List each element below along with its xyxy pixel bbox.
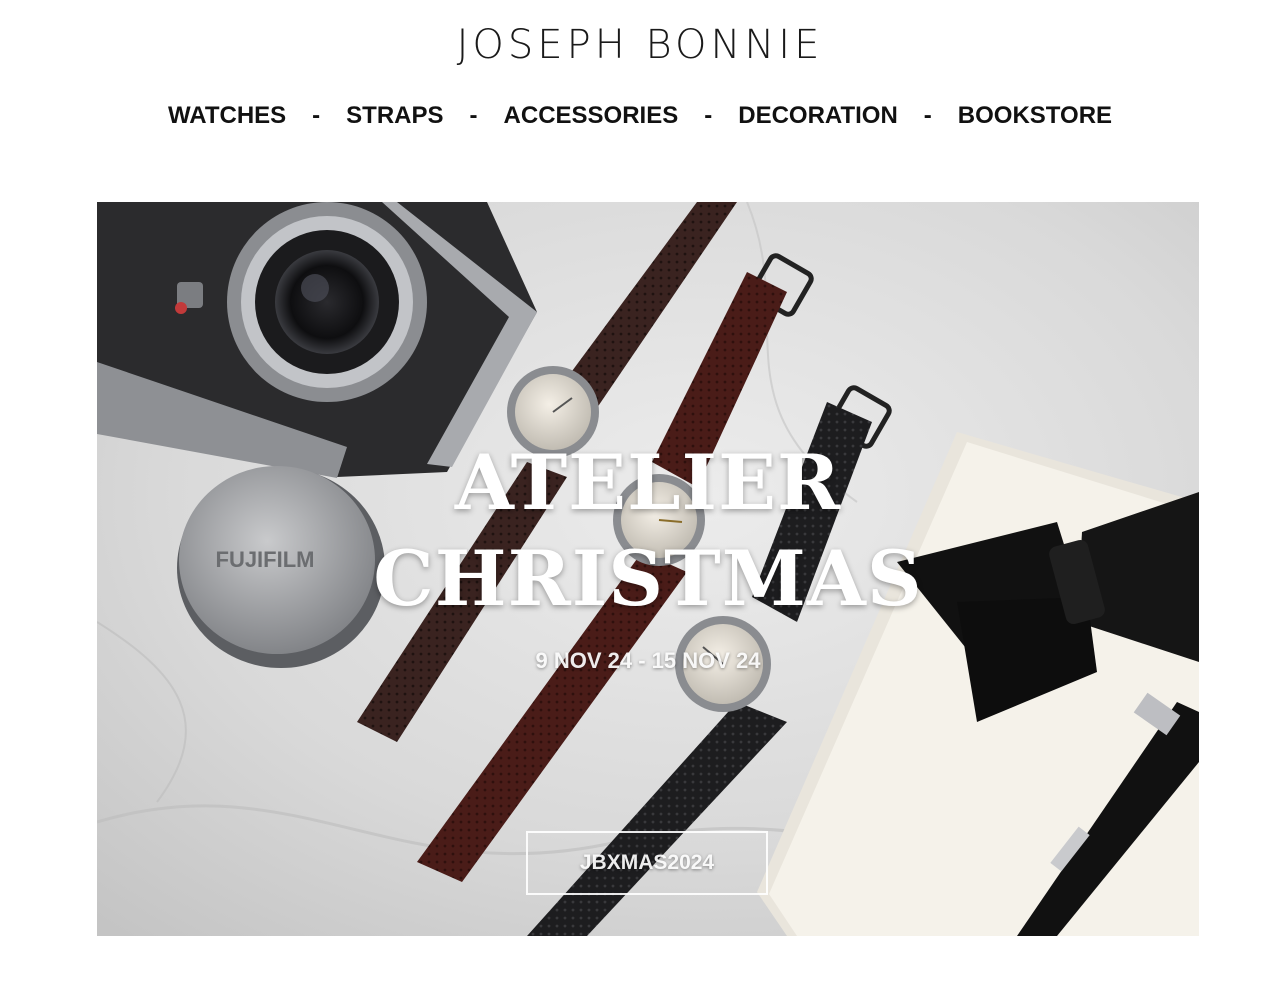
brand-logo[interactable]: JOSEPH BONNIE [0, 18, 1280, 72]
nav-separator: - [923, 102, 932, 129]
promo-code-button[interactable]: JBXMAS2024 [526, 831, 768, 895]
nav-separator: - [469, 102, 478, 129]
nav-item-straps[interactable]: STRAPS [346, 102, 443, 130]
nav-item-watches[interactable]: WATCHES [168, 102, 286, 130]
hero-dates: 9 NOV 24 - 15 NOV 24 [535, 648, 761, 673]
promo-code-label: JBXMAS2024 [579, 851, 715, 874]
hero-title-line2: CHRISTMAS [373, 534, 923, 623]
nav-separator: - [704, 102, 713, 129]
main-nav: WATCHES - STRAPS - ACCESSORIES - DECORAT… [0, 96, 1280, 136]
nav-item-decoration[interactable]: DECORATION [738, 102, 898, 130]
nav-item-bookstore[interactable]: BOOKSTORE [958, 102, 1112, 130]
hero-title-line1: ATELIER [454, 438, 842, 527]
nav-separator: - [312, 102, 321, 129]
hero-banner[interactable]: FUJIFILM ATELIER CHRISTMAS 9 NOV 24 - 15… [97, 202, 1199, 936]
nav-item-accessories[interactable]: ACCESSORIES [504, 102, 679, 130]
